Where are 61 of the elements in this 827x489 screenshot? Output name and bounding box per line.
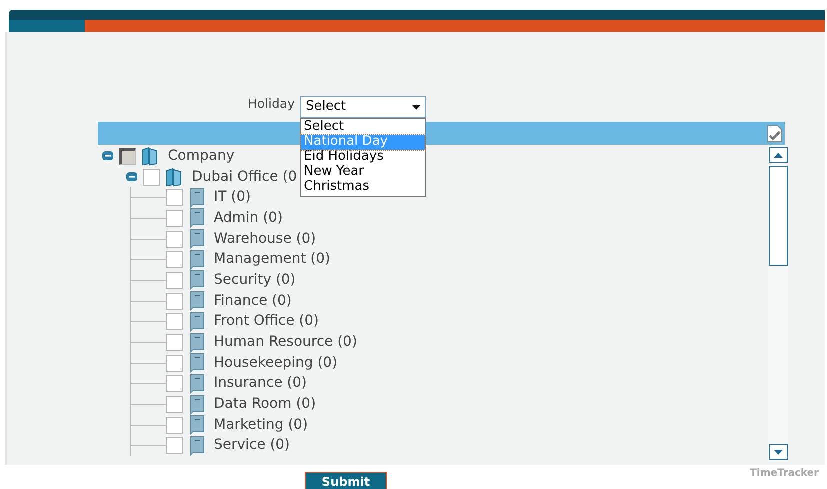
checkbox[interactable]: [166, 354, 183, 372]
tree-item-label[interactable]: Admin (0): [214, 208, 283, 229]
document-icon: [190, 229, 205, 250]
tree-item-label[interactable]: Service (0): [214, 435, 290, 456]
tree-item-label[interactable]: IT (0): [214, 187, 251, 208]
tree-item-label[interactable]: Security (0): [214, 270, 296, 291]
checkbox[interactable]: [166, 272, 183, 289]
checkbox[interactable]: [166, 292, 183, 310]
tree-item-label[interactable]: Housekeeping (0): [214, 352, 338, 374]
collapse-icon[interactable]: [126, 172, 138, 182]
dropdown-option[interactable]: Christmas: [301, 180, 425, 195]
up-arrow-icon: [774, 152, 782, 158]
checkbox[interactable]: [166, 396, 183, 414]
dropdown-option[interactable]: New Year: [301, 165, 425, 180]
checkbox[interactable]: [166, 189, 183, 206]
dropdown-option[interactable]: Select: [301, 120, 425, 135]
tree-item-label[interactable]: Company: [168, 146, 235, 167]
checkbox[interactable]: [166, 230, 183, 248]
dropdown-option[interactable]: Eid Holidays: [301, 150, 425, 165]
submit-button[interactable]: Submit: [305, 472, 387, 489]
tree-item-label[interactable]: Human Resource (0): [214, 332, 358, 354]
checkbox[interactable]: [166, 416, 183, 434]
tree-item-label[interactable]: Data Room (0): [214, 394, 316, 416]
checkbox[interactable]: [166, 375, 183, 392]
document-icon: [190, 415, 205, 436]
checkbox[interactable]: [143, 168, 160, 186]
document-icon: [190, 312, 205, 332]
document-icon: [190, 332, 205, 353]
scroll-thumb[interactable]: [768, 166, 788, 266]
holiday-label: Holiday: [248, 95, 295, 113]
document-icon: [190, 436, 205, 456]
document-icon: [190, 250, 205, 270]
checkbox[interactable]: [166, 334, 183, 352]
collapse-icon[interactable]: [102, 151, 114, 162]
footer-brand: TimeTracker: [750, 467, 819, 481]
checkbox[interactable]: [166, 313, 183, 330]
document-icon: [190, 270, 205, 290]
checkbox[interactable]: [166, 437, 183, 454]
scroll-down-button[interactable]: [768, 444, 788, 460]
holiday-select[interactable]: Select: [300, 96, 426, 118]
checklist-icon[interactable]: [767, 124, 783, 142]
checkbox[interactable]: [119, 148, 136, 165]
document-icon: [190, 374, 205, 394]
checkbox[interactable]: [166, 251, 183, 268]
document-icon: [190, 208, 205, 228]
checkbox[interactable]: [166, 210, 183, 227]
document-icon: [190, 291, 205, 312]
document-icon: [190, 188, 205, 208]
tree-item-label[interactable]: Marketing (0): [214, 414, 308, 436]
tree-item-label[interactable]: Dubai Office (0: [192, 166, 298, 188]
scrollbar[interactable]: [768, 145, 788, 462]
tree-item-label[interactable]: Warehouse (0): [214, 228, 316, 250]
down-arrow-icon: [774, 450, 782, 454]
caret-icon: [412, 104, 421, 110]
tree-item-label[interactable]: Finance (0): [214, 290, 292, 312]
tree-item-label[interactable]: Management (0): [214, 249, 331, 270]
tree-item-label[interactable]: Front Office (0): [214, 311, 320, 332]
scroll-up-button[interactable]: [768, 147, 788, 163]
document-icon: [190, 394, 205, 415]
tree-item-label[interactable]: Insurance (0): [214, 373, 307, 394]
document-icon: [190, 353, 205, 374]
